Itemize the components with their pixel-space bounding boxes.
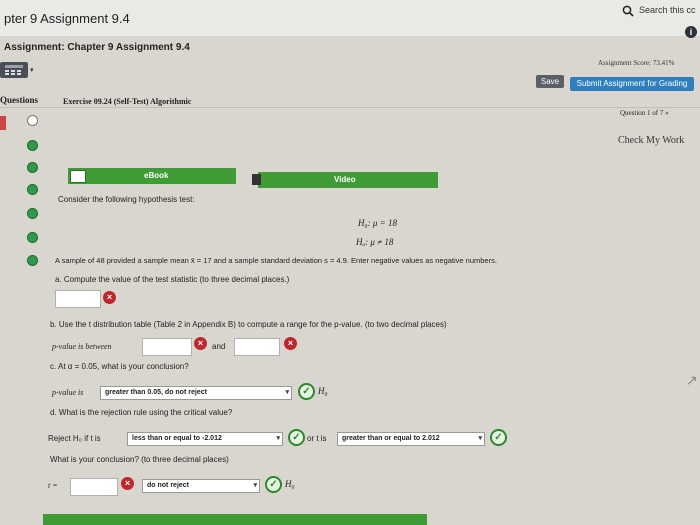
assignment-title: Assignment: Chapter 9 Assignment 9.4 xyxy=(4,42,190,53)
page-title: pter 9 Assignment 9.4 xyxy=(4,11,130,26)
chevron-down-icon: ▾ xyxy=(285,389,289,396)
conclusion-value: do not reject xyxy=(147,482,190,489)
pvalue-upper-input[interactable] xyxy=(234,338,280,356)
check-my-work-link[interactable]: Check My Work xyxy=(618,135,684,146)
question-navigation[interactable]: Question 1 of 7 » xyxy=(620,109,669,117)
question-status-6[interactable] xyxy=(27,232,38,243)
part-c-prompt: c. At α = 0.05, what is your conclusion? xyxy=(50,362,189,371)
search-icon xyxy=(622,5,634,17)
null-hypothesis: H₀: μ = 18 xyxy=(358,218,397,228)
question-status-1[interactable] xyxy=(27,115,38,126)
alternative-hypothesis: Hₐ: μ ≠ 18 xyxy=(356,237,394,247)
reject-lower-select[interactable]: less than or equal to -2.012 ▾ xyxy=(127,432,283,446)
question-status-7[interactable] xyxy=(27,255,38,266)
check-circle-icon: ✓ xyxy=(288,429,305,446)
video-icon xyxy=(252,174,261,185)
part-a-prompt: a. Compute the value of the test statist… xyxy=(55,275,290,284)
info-icon[interactable]: i xyxy=(685,26,697,38)
cursor-icon: ↗ xyxy=(686,372,698,388)
conclusion-prompt: What is your conclusion? (to three decim… xyxy=(50,455,229,464)
t-label: t = xyxy=(48,481,58,490)
conclusion-select[interactable]: do not reject ▾ xyxy=(142,479,260,493)
question-status-4[interactable] xyxy=(27,184,38,195)
questions-label[interactable]: Questions xyxy=(0,95,38,105)
check-circle-icon: ✓ xyxy=(490,429,507,446)
ebook-button[interactable]: eBook xyxy=(68,168,236,184)
reject-lower-value: less than or equal to -2.012 xyxy=(132,435,222,442)
test-statistic-input[interactable] xyxy=(55,290,101,308)
pvalue-between-label: p-value is between xyxy=(52,342,112,351)
calculator-dropdown-caret[interactable]: ▾ xyxy=(30,66,34,74)
sample-description: A sample of 48 provided a sample mean x̄… xyxy=(55,256,497,265)
chevron-down-icon: ▾ xyxy=(276,435,280,442)
question-list xyxy=(0,110,48,270)
search-box[interactable]: Search this cc xyxy=(612,2,700,18)
book-icon xyxy=(70,170,86,183)
reject-label: Reject H₀ if t is xyxy=(48,434,101,443)
question-status-2[interactable] xyxy=(27,140,38,151)
save-button[interactable]: Save xyxy=(536,75,564,88)
h0-label-2: H₀ xyxy=(285,479,295,489)
x-circle-icon: × xyxy=(103,291,116,304)
t-value-input[interactable] xyxy=(70,478,118,496)
check-circle-icon: ✓ xyxy=(265,476,282,493)
h0-label: H₀ xyxy=(318,386,328,396)
pvalue-conclusion-value: greater than 0.05, do not reject xyxy=(105,389,207,396)
and-label: and xyxy=(212,342,226,351)
reject-upper-select[interactable]: greater than or equal to 2.012 ▾ xyxy=(337,432,485,446)
submit-assignment-button[interactable]: Submit Assignment for Grading xyxy=(570,77,694,91)
video-label: Video xyxy=(334,175,356,184)
reject-upper-value: greater than or equal to 2.012 xyxy=(342,435,440,442)
chevron-down-icon: ▾ xyxy=(478,435,482,442)
part-b-prompt: b. Use the t distribution table (Table 2… xyxy=(50,320,447,329)
assignment-score: Assignment Score: 73.41% xyxy=(598,59,675,67)
video-button[interactable]: Video xyxy=(252,172,438,188)
exercise-title: Exercise 09.24 (Self-Test) Algorithmic xyxy=(63,97,192,106)
x-circle-icon: × xyxy=(121,477,134,490)
or-t-is-label: or t is xyxy=(307,434,327,443)
pvalue-lower-input[interactable] xyxy=(142,338,192,356)
x-circle-icon: × xyxy=(194,337,207,350)
chevron-down-icon: ▾ xyxy=(253,482,257,489)
ebook-label: eBook xyxy=(144,171,169,180)
part-d-prompt: d. What is the rejection rule using the … xyxy=(50,408,233,417)
question-intro: Consider the following hypothesis test: xyxy=(58,195,195,204)
question-status-3[interactable] xyxy=(27,162,38,173)
green-bar xyxy=(43,514,427,525)
search-placeholder: Search this cc xyxy=(639,5,696,15)
calculator-icon[interactable] xyxy=(0,62,28,78)
pvalue-conclusion-select[interactable]: greater than 0.05, do not reject ▾ xyxy=(100,386,292,400)
pvalue-is-label: p-value is xyxy=(52,388,84,397)
divider xyxy=(0,107,700,108)
question-status-5[interactable] xyxy=(27,208,38,219)
check-circle-icon: ✓ xyxy=(298,383,315,400)
x-circle-icon: × xyxy=(284,337,297,350)
